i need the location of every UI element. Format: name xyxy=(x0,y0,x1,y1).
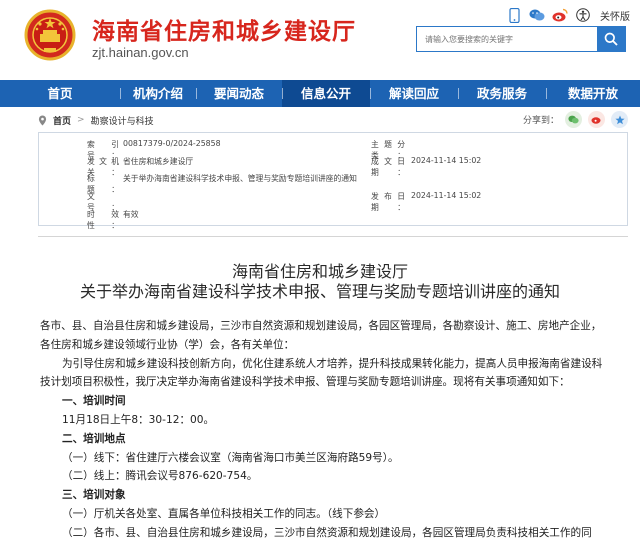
search-icon xyxy=(604,32,618,46)
document-metadata: 索 引 号： 00817379-0/2024-25858 主题分类： 发文机关：… xyxy=(38,132,628,230)
content-divider xyxy=(38,236,628,237)
nav-open-data[interactable]: 数据开放 xyxy=(546,80,640,107)
meta-title-value: 关于举办海南省建设科学技术申报、管理与奖励专题培训讲座的通知 xyxy=(123,174,357,183)
article-paragraph: 各住房和城乡建设领域行业协（学）会，各有关单位： xyxy=(40,338,295,351)
location-icon xyxy=(38,115,47,125)
share-qzone-icon[interactable] xyxy=(611,111,628,128)
meta-row: 标 题： 关于举办海南省建设科学技术申报、管理与奖励专题培训讲座的通知 xyxy=(39,173,627,194)
national-emblem-icon xyxy=(24,9,76,61)
accessibility-icon[interactable] xyxy=(575,7,591,23)
meta-row: 发文机关： 省住房和城乡建设厅 成文日期： 2024-11-14 15:02 xyxy=(39,156,627,177)
section-heading: 二、培训地点 xyxy=(62,432,126,445)
nav-home[interactable]: 首页 xyxy=(0,80,120,107)
breadcrumb: 首页 > 勘察设计与科技 分享到： xyxy=(38,110,628,130)
meta-row: 文 号： 发布日期： 2024-11-14 15:02 xyxy=(39,191,627,212)
nav-gov-services[interactable]: 政务服务 xyxy=(458,80,546,107)
mobile-icon[interactable] xyxy=(506,7,522,23)
meta-validity-value: 有效 xyxy=(123,210,139,219)
article-paragraph: （一）线下：省住建厅六楼会议室（海南省海口市美兰区海府路59号）。 xyxy=(62,451,399,464)
share-wechat-icon[interactable] xyxy=(565,111,582,128)
elder-mode-link[interactable]: 关怀版 xyxy=(600,8,630,23)
section-heading: 一、培训时间 xyxy=(62,395,126,408)
site-title[interactable]: 海南省住房和城乡建设厅 xyxy=(92,12,356,46)
article-paragraph: （二）各市、县、自治县住房和城乡建设局，三沙市自然资源和规划建设局，各园区管理局… xyxy=(62,526,592,538)
wechat-icon[interactable] xyxy=(529,7,545,23)
article-title: 关于举办海南省建设科学技术申报、管理与奖励专题培训讲座的通知 xyxy=(79,282,560,301)
search-button[interactable] xyxy=(597,27,625,51)
section-heading: 三、培训对象 xyxy=(62,489,126,502)
article-paragraph: 技计划项目积极性，我厅决定举办海南省建设科学技术申报、管理与奖励专题培训讲座。现… xyxy=(40,376,570,389)
article-paragraph: 为引导住房和城乡建设科技创新方向，优化住建系统人才培养，提升科技成果转化能力，提… xyxy=(62,357,603,370)
meta-validity-label: 时 效 性： xyxy=(87,210,119,230)
share-weibo-icon[interactable] xyxy=(588,111,605,128)
meta-publisher-value: 省住房和城乡建设厅 xyxy=(123,157,194,166)
meta-row: 时 效 性： 有效 xyxy=(39,209,627,230)
article-paragraph: （二）线上：腾讯会议号876-620-754。 xyxy=(62,470,258,483)
nav-interpretation[interactable]: 解读回应 xyxy=(370,80,458,107)
meta-row: 索 引 号： 00817379-0/2024-25858 主题分类： xyxy=(39,139,627,160)
article-paragraph: 11月18日上午8：30-12：00。 xyxy=(62,413,215,426)
article-paragraph: （一）厅机关各处室、直属各单位科技相关工作的同志。（线下参会） xyxy=(62,507,386,520)
share-label: 分享到： xyxy=(522,116,559,126)
top-toolbar: 关怀版 xyxy=(506,7,630,23)
search-input[interactable] xyxy=(417,27,597,51)
article-paragraph: 各市、县、自治县住房和城乡建设局，三沙市自然资源和规划建设局，各园区管理局，各勘… xyxy=(40,320,602,332)
search-box xyxy=(416,26,626,52)
nav-info-disclosure[interactable]: 信息公开 xyxy=(282,80,370,107)
nav-about[interactable]: 机构介绍 xyxy=(120,80,196,107)
main-nav: 首页 机构介绍 要闻动态 信息公开 解读回应 政务服务 数据开放 xyxy=(0,80,640,107)
breadcrumb-current[interactable]: 勘察设计与科技 xyxy=(91,114,154,127)
meta-created-value: 2024-11-14 15:02 xyxy=(411,156,482,165)
meta-published-value: 2024-11-14 15:02 xyxy=(411,191,482,200)
breadcrumb-separator-icon: > xyxy=(77,115,85,125)
site-domain: zjt.hainan.gov.cn xyxy=(92,45,189,60)
site-header: 海南省住房和城乡建设厅 zjt.hainan.gov.cn 关怀版 xyxy=(0,0,640,78)
nav-news[interactable]: 要闻动态 xyxy=(196,80,282,107)
share-bar: 分享到： xyxy=(523,111,628,128)
article-body: 各市、县、自治县住房和城乡建设局，三沙市自然资源和规划建设局，各园区管理局，各勘… xyxy=(40,317,630,538)
weibo-icon[interactable] xyxy=(552,7,568,23)
meta-index-value: 00817379-0/2024-25858 xyxy=(123,139,221,148)
breadcrumb-home[interactable]: 首页 xyxy=(53,114,71,127)
